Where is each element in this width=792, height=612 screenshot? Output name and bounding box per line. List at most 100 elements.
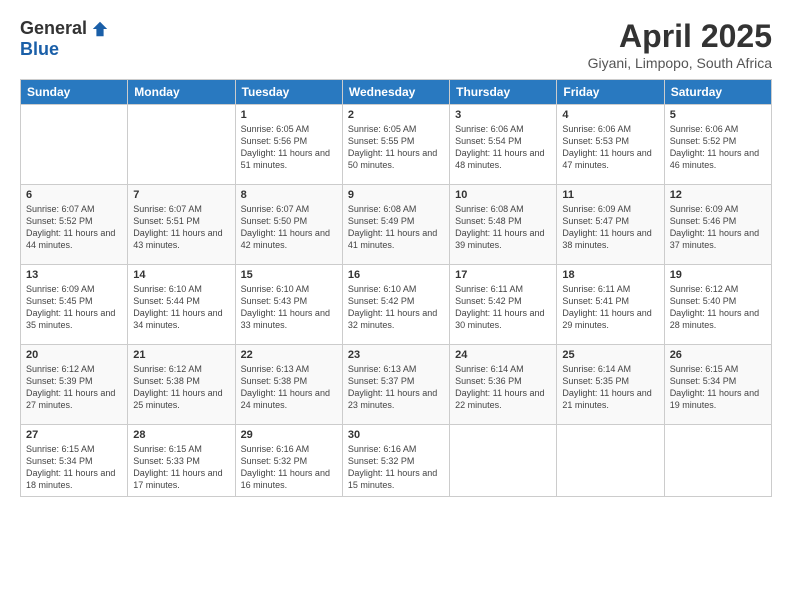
calendar-cell: 16 Sunrise: 6:10 AM Sunset: 5:42 PM Dayli… — [342, 265, 449, 345]
day-number: 24 — [455, 349, 551, 361]
calendar-week-3: 13Sunrise: 6:09 AM Sunset: 5:45 PM Dayli… — [21, 265, 772, 345]
calendar-cell: 29Sunrise: 6:16 AM Sunset: 5:32 PM Dayli… — [235, 425, 342, 497]
calendar-header-wednesday: Wednesday — [342, 80, 449, 105]
calendar-week-2: 6Sunrise: 6:07 AM Sunset: 5:52 PM Daylig… — [21, 185, 772, 265]
day-number: 11 — [562, 189, 658, 201]
calendar-cell: 24Sunrise: 6:14 AM Sunset: 5:36 PM Dayli… — [450, 345, 557, 425]
logo-icon — [91, 20, 109, 38]
logo: General Blue — [20, 18, 109, 60]
calendar-cell: 14 Sunrise: 6:10 AM Sunset: 5:44 PM Dayli… — [128, 265, 235, 345]
day-number: 10 — [455, 189, 551, 201]
calendar-header-friday: Friday — [557, 80, 664, 105]
day-info: Sunrise: 6:14 AM Sunset: 5:35 PM Dayligh… — [562, 363, 658, 412]
calendar-cell: 8 Sunrise: 6:07 AM Sunset: 5:50 PM Daylig… — [235, 185, 342, 265]
day-number: 9 — [348, 189, 444, 201]
day-info: Sunrise: 6:12 AM Sunset: 5:38 PM Dayligh… — [133, 363, 229, 412]
day-info: Sunrise: 6:05 AM Sunset: 5:56 PM Dayligh… — [241, 123, 337, 172]
calendar-header-sunday: Sunday — [21, 80, 128, 105]
calendar-cell: 6Sunrise: 6:07 AM Sunset: 5:52 PM Daylig… — [21, 185, 128, 265]
day-number: 20 — [26, 349, 122, 361]
day-info: Sunrise: 6:16 AM Sunset: 5:32 PM Dayligh… — [241, 443, 337, 492]
calendar-header-row: SundayMondayTuesdayWednesdayThursdayFrid… — [21, 80, 772, 105]
calendar-cell: 10 Sunrise: 6:08 AM Sunset: 5:48 PM Dayli… — [450, 185, 557, 265]
day-number: 26 — [670, 349, 766, 361]
day-info: Sunrise: 6:13 AM Sunset: 5:38 PM Dayligh… — [241, 363, 337, 412]
day-info: Sunrise: 6:12 AM Sunset: 5:40 PM Dayligh… — [670, 283, 766, 332]
calendar-cell: 19Sunrise: 6:12 AM Sunset: 5:40 PM Dayli… — [664, 265, 771, 345]
day-number: 5 — [670, 109, 766, 121]
day-info: Sunrise: 6:10 AM Sunset: 5:42 PM Dayligh… — [348, 283, 444, 332]
calendar-cell: 28 Sunrise: 6:15 AM Sunset: 5:33 PM Dayli… — [128, 425, 235, 497]
calendar-week-4: 20 Sunrise: 6:12 AM Sunset: 5:39 PM Dayli… — [21, 345, 772, 425]
day-info: Sunrise: 6:06 AM Sunset: 5:54 PM Dayligh… — [455, 123, 551, 172]
calendar-cell: 18Sunrise: 6:11 AM Sunset: 5:41 PM Dayli… — [557, 265, 664, 345]
calendar-cell: 27 Sunrise: 6:15 AM Sunset: 5:34 PM Dayli… — [21, 425, 128, 497]
day-number: 15 — [241, 269, 337, 281]
day-info: Sunrise: 6:07 AM Sunset: 5:50 PM Dayligh… — [241, 203, 337, 252]
day-info: Sunrise: 6:09 AM Sunset: 5:46 PM Dayligh… — [670, 203, 766, 252]
header: General Blue April 2025 Giyani, Limpopo,… — [20, 18, 772, 71]
subtitle: Giyani, Limpopo, South Africa — [588, 55, 772, 71]
calendar-header-monday: Monday — [128, 80, 235, 105]
logo-blue-text: Blue — [20, 39, 59, 60]
calendar-cell — [21, 105, 128, 185]
calendar-cell: 15Sunrise: 6:10 AM Sunset: 5:43 PM Dayli… — [235, 265, 342, 345]
calendar-header-thursday: Thursday — [450, 80, 557, 105]
day-number: 4 — [562, 109, 658, 121]
day-number: 13 — [26, 269, 122, 281]
day-number: 12 — [670, 189, 766, 201]
day-number: 21 — [133, 349, 229, 361]
day-info: Sunrise: 6:15 AM Sunset: 5:34 PM Dayligh… — [26, 443, 122, 492]
day-info: Sunrise: 6:07 AM Sunset: 5:51 PM Dayligh… — [133, 203, 229, 252]
calendar-cell: 26 Sunrise: 6:15 AM Sunset: 5:34 PM Dayli… — [664, 345, 771, 425]
day-number: 2 — [348, 109, 444, 121]
calendar-cell — [128, 105, 235, 185]
calendar: SundayMondayTuesdayWednesdayThursdayFrid… — [20, 79, 772, 497]
calendar-cell: 23 Sunrise: 6:13 AM Sunset: 5:37 PM Dayli… — [342, 345, 449, 425]
day-info: Sunrise: 6:16 AM Sunset: 5:32 PM Dayligh… — [348, 443, 444, 492]
day-number: 1 — [241, 109, 337, 121]
calendar-cell: 11 Sunrise: 6:09 AM Sunset: 5:47 PM Dayli… — [557, 185, 664, 265]
day-info: Sunrise: 6:10 AM Sunset: 5:44 PM Dayligh… — [133, 283, 229, 332]
day-info: Sunrise: 6:13 AM Sunset: 5:37 PM Dayligh… — [348, 363, 444, 412]
day-number: 16 — [348, 269, 444, 281]
logo-general-text: General — [20, 18, 87, 39]
calendar-header-saturday: Saturday — [664, 80, 771, 105]
calendar-cell — [557, 425, 664, 497]
calendar-cell: 20 Sunrise: 6:12 AM Sunset: 5:39 PM Dayli… — [21, 345, 128, 425]
calendar-cell: 2 Sunrise: 6:05 AM Sunset: 5:55 PM Daylig… — [342, 105, 449, 185]
day-number: 8 — [241, 189, 337, 201]
calendar-cell: 5 Sunrise: 6:06 AM Sunset: 5:52 PM Daylig… — [664, 105, 771, 185]
day-info: Sunrise: 6:08 AM Sunset: 5:48 PM Dayligh… — [455, 203, 551, 252]
day-info: Sunrise: 6:15 AM Sunset: 5:33 PM Dayligh… — [133, 443, 229, 492]
day-number: 23 — [348, 349, 444, 361]
day-info: Sunrise: 6:12 AM Sunset: 5:39 PM Dayligh… — [26, 363, 122, 412]
day-info: Sunrise: 6:11 AM Sunset: 5:42 PM Dayligh… — [455, 283, 551, 332]
calendar-cell: 30 Sunrise: 6:16 AM Sunset: 5:32 PM Dayli… — [342, 425, 449, 497]
day-number: 27 — [26, 429, 122, 441]
day-number: 22 — [241, 349, 337, 361]
title-section: April 2025 Giyani, Limpopo, South Africa — [588, 18, 772, 71]
day-info: Sunrise: 6:06 AM Sunset: 5:52 PM Dayligh… — [670, 123, 766, 172]
calendar-cell: 13Sunrise: 6:09 AM Sunset: 5:45 PM Dayli… — [21, 265, 128, 345]
day-number: 28 — [133, 429, 229, 441]
day-info: Sunrise: 6:15 AM Sunset: 5:34 PM Dayligh… — [670, 363, 766, 412]
calendar-cell: 21 Sunrise: 6:12 AM Sunset: 5:38 PM Dayli… — [128, 345, 235, 425]
calendar-header-tuesday: Tuesday — [235, 80, 342, 105]
day-info: Sunrise: 6:09 AM Sunset: 5:47 PM Dayligh… — [562, 203, 658, 252]
calendar-cell: 7 Sunrise: 6:07 AM Sunset: 5:51 PM Daylig… — [128, 185, 235, 265]
calendar-cell: 12 Sunrise: 6:09 AM Sunset: 5:46 PM Dayli… — [664, 185, 771, 265]
day-info: Sunrise: 6:07 AM Sunset: 5:52 PM Dayligh… — [26, 203, 122, 252]
day-number: 30 — [348, 429, 444, 441]
calendar-week-1: 1 Sunrise: 6:05 AM Sunset: 5:56 PM Daylig… — [21, 105, 772, 185]
day-number: 3 — [455, 109, 551, 121]
calendar-cell — [664, 425, 771, 497]
day-info: Sunrise: 6:05 AM Sunset: 5:55 PM Dayligh… — [348, 123, 444, 172]
main-title: April 2025 — [588, 18, 772, 55]
day-number: 7 — [133, 189, 229, 201]
calendar-cell: 9Sunrise: 6:08 AM Sunset: 5:49 PM Daylig… — [342, 185, 449, 265]
day-number: 17 — [455, 269, 551, 281]
calendar-week-5: 27 Sunrise: 6:15 AM Sunset: 5:34 PM Dayli… — [21, 425, 772, 497]
day-number: 14 — [133, 269, 229, 281]
calendar-cell: 25Sunrise: 6:14 AM Sunset: 5:35 PM Dayli… — [557, 345, 664, 425]
